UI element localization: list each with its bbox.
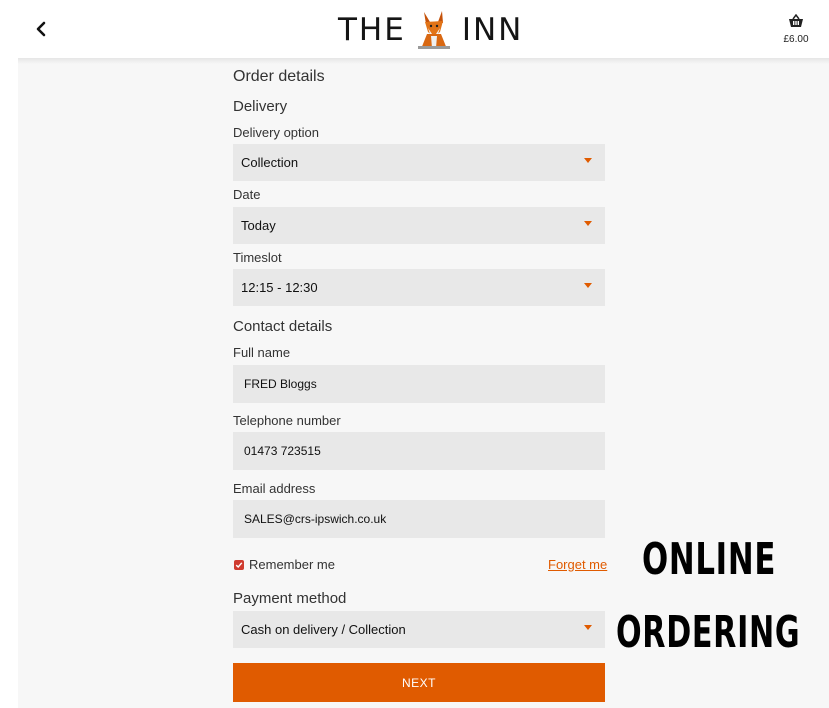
delivery-option-select[interactable]: Collection <box>233 144 605 181</box>
phone-label: Telephone number <box>233 413 341 428</box>
promo-text-online: ONLINE <box>642 534 777 585</box>
chevron-left-icon <box>36 21 46 37</box>
fox-logo-icon <box>417 11 450 49</box>
payment-method-select[interactable]: Cash on delivery / Collection <box>233 611 605 648</box>
page-title: Order details <box>233 68 325 85</box>
date-value: Today <box>241 218 276 233</box>
date-select[interactable]: Today <box>233 207 605 244</box>
basket-total: £6.00 <box>783 34 809 45</box>
remember-me-toggle[interactable]: Remember me <box>234 557 335 572</box>
back-button[interactable] <box>28 16 54 42</box>
fullname-label: Full name <box>233 345 291 360</box>
payment-method-value: Cash on delivery / Collection <box>241 622 406 637</box>
email-input[interactable] <box>233 500 605 538</box>
caret-down-icon <box>584 283 592 288</box>
delivery-section-heading: Delivery <box>233 98 288 115</box>
date-label: Date <box>233 187 261 202</box>
brand-logo[interactable]: THE INN <box>338 8 523 52</box>
promo-text-ordering: ORDERING <box>616 607 801 658</box>
app-header: THE INN £6.00 <box>0 0 829 58</box>
contact-section-heading: Contact details <box>233 318 333 335</box>
header-shadow <box>18 58 829 64</box>
caret-down-icon <box>584 625 592 630</box>
caret-down-icon <box>584 158 592 163</box>
payment-section-heading: Payment method <box>233 590 347 607</box>
delivery-option-label: Delivery option <box>233 125 319 140</box>
basket-icon <box>789 13 803 27</box>
remember-me-checkbox[interactable] <box>234 559 244 570</box>
checkmark-icon <box>235 561 243 568</box>
forget-me-link[interactable]: Forget me <box>548 557 607 572</box>
next-button[interactable]: NEXT <box>233 663 605 702</box>
delivery-option-value: Collection <box>241 155 299 170</box>
timeslot-label: Timeslot <box>233 250 282 265</box>
timeslot-value: 12:15 - 12:30 <box>241 280 318 295</box>
phone-input[interactable] <box>233 432 605 470</box>
timeslot-select[interactable]: 12:15 - 12:30 <box>233 269 605 306</box>
logo-text-inn: INN <box>461 12 524 48</box>
basket-button[interactable]: £6.00 <box>778 13 814 45</box>
fullname-input[interactable] <box>233 365 605 403</box>
caret-down-icon <box>584 221 592 226</box>
email-label: Email address <box>233 481 316 496</box>
remember-me-label: Remember me <box>249 557 335 572</box>
logo-text-the: THE <box>338 12 406 48</box>
